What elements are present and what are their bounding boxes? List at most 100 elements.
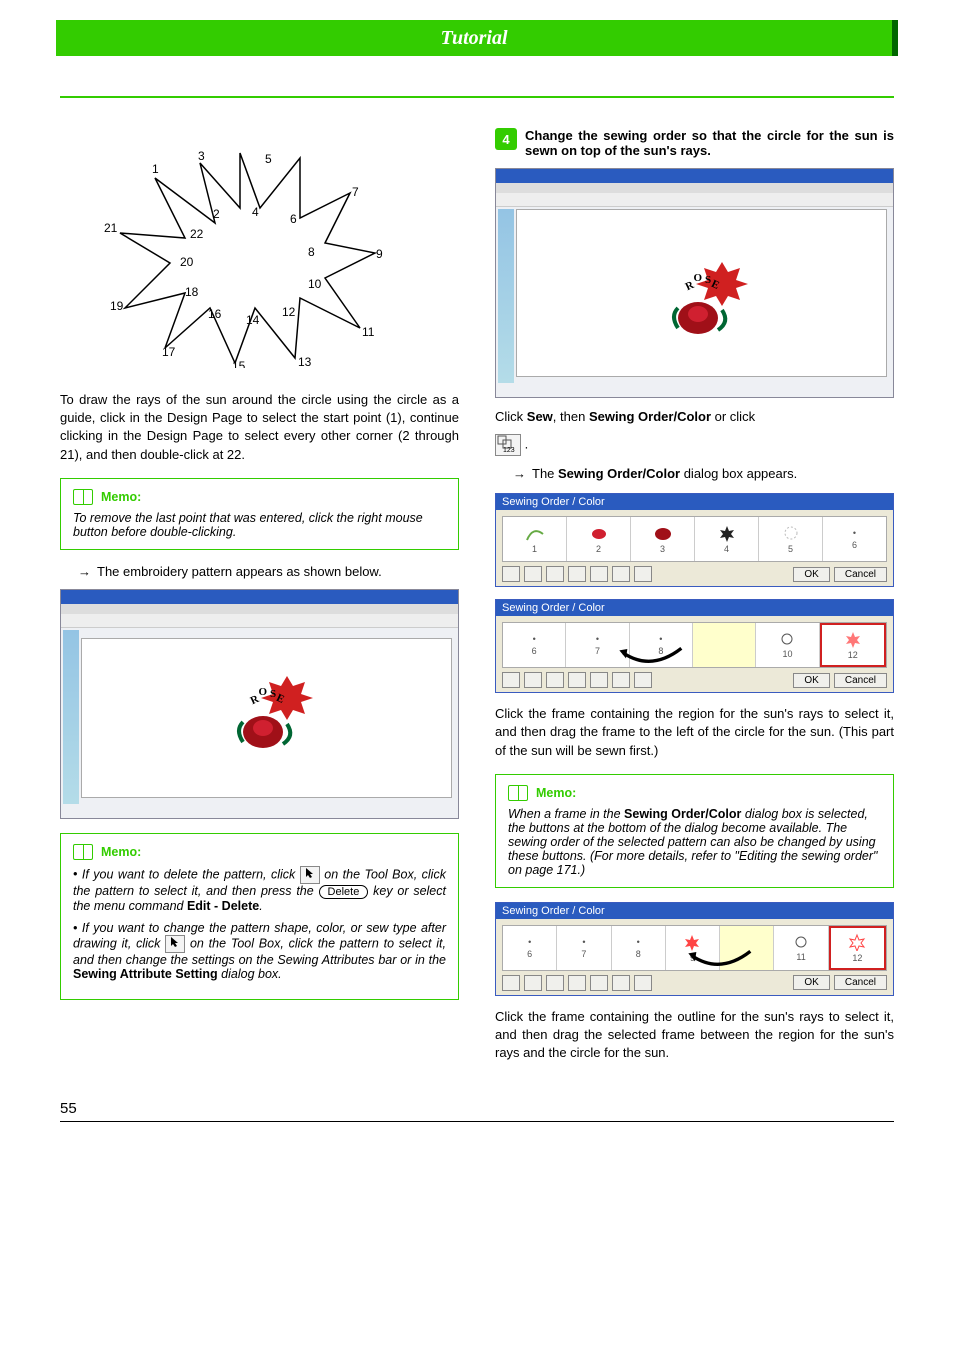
dialog-tool-button[interactable] (634, 672, 652, 688)
dialog-tool-button[interactable] (524, 672, 542, 688)
design-canvas: ROSE (516, 209, 887, 377)
ok-button[interactable]: OK (793, 673, 829, 688)
right-column: 4 Change the sewing order so that the ci… (495, 128, 894, 1070)
dialog-tool-button[interactable] (502, 566, 520, 582)
t: When a frame in the (508, 807, 624, 821)
svg-text:16: 16 (208, 307, 222, 321)
svg-text:5: 5 (265, 152, 272, 166)
window-titlebar (61, 590, 458, 604)
dialog-tool-button[interactable] (524, 566, 542, 582)
dialog-body: •6 •7 •8 9 11 12 (496, 919, 893, 995)
book-icon (73, 844, 93, 860)
svg-text:1: 1 (152, 162, 159, 176)
frame-cell[interactable]: 10 (756, 623, 819, 667)
frame-row: •6 •7 •8 10 12 (502, 622, 887, 668)
svg-text:17: 17 (162, 345, 176, 359)
dialog-tool-button[interactable] (546, 975, 564, 991)
svg-text:2: 2 (213, 207, 220, 221)
window-toolbar (496, 193, 893, 207)
dialog-tool-button[interactable] (612, 566, 630, 582)
memo-label: Memo: (101, 490, 141, 504)
dialog-tool-button[interactable] (568, 975, 586, 991)
page-title: Tutorial (440, 27, 507, 49)
memo-bullet-list: If you want to delete the pattern, click… (73, 866, 446, 981)
t: . (525, 437, 529, 452)
dialog-tool-button[interactable] (634, 975, 652, 991)
frame-cell-selected[interactable]: 12 (829, 926, 886, 970)
dialog-tool-button[interactable] (524, 975, 542, 991)
dialog-tool-button[interactable] (502, 672, 520, 688)
frame-cell[interactable]: 2 (567, 517, 631, 561)
dialog-tool-button[interactable] (502, 975, 520, 991)
header-band: Tutorial (56, 20, 898, 56)
n: 10 (782, 649, 792, 659)
book-icon (508, 785, 528, 801)
step-number-badge: 4 (495, 128, 517, 150)
book-icon (73, 489, 93, 505)
svg-text:22: 22 (190, 227, 204, 241)
t: . (259, 899, 262, 913)
arrow-right-icon: → (513, 466, 526, 481)
dialog-tool-button[interactable] (568, 566, 586, 582)
frame-cell[interactable]: •6 (823, 517, 886, 561)
svg-text:19: 19 (110, 299, 124, 313)
frame-cell[interactable]: •8 (612, 926, 666, 970)
frame-cell-selected[interactable]: 12 (820, 623, 886, 667)
memo-header: Memo: (73, 489, 446, 505)
cancel-button[interactable]: Cancel (834, 975, 887, 990)
frame-cell[interactable]: •6 (503, 926, 557, 970)
frame-cell[interactable]: 5 (759, 517, 823, 561)
svg-text:7: 7 (352, 185, 359, 199)
sewing-order-dialog-3: Sewing Order / Color •6 •7 •8 9 11 12 (495, 902, 894, 996)
frame-row: •6 •7 •8 9 11 12 (502, 925, 887, 971)
memo-header: Memo: (508, 785, 881, 801)
dialog-tool-button[interactable] (634, 566, 652, 582)
memo-label: Memo: (101, 845, 141, 859)
svg-text:3: 3 (198, 149, 205, 163)
click-sew-line: Click Sew, then Sewing Order/Color or cl… (495, 408, 894, 426)
frame-cell[interactable]: 4 (695, 517, 759, 561)
cancel-button[interactable]: Cancel (834, 567, 887, 582)
frame-cell[interactable]: 3 (631, 517, 695, 561)
dialog-tool-button[interactable] (568, 672, 586, 688)
svg-text:13: 13 (298, 355, 312, 368)
rule-foot (60, 1121, 894, 1122)
dialog-tool-button[interactable] (612, 672, 630, 688)
left-column: 1 3 5 7 9 11 13 15 17 19 21 2 4 6 8 10 1… (60, 128, 459, 1070)
dialog-tool-button[interactable] (546, 672, 564, 688)
ok-button[interactable]: OK (793, 567, 829, 582)
frame-cell-insert-marker[interactable] (693, 623, 756, 667)
dialog-tool-button[interactable] (590, 566, 608, 582)
memo-bullet-2: If you want to change the pattern shape,… (73, 921, 446, 981)
frame-cell[interactable]: •7 (557, 926, 611, 970)
n: 6 (852, 540, 857, 550)
drag-arrow-icon (618, 645, 685, 665)
dialog-tool-button[interactable] (590, 975, 608, 991)
sewing-order-dialog-1: Sewing Order / Color 1 2 3 4 5 •6 (495, 493, 894, 587)
window-menubar (496, 183, 893, 193)
svg-text:6: 6 (290, 212, 297, 226)
sewing-attr-bold: Sewing Attribute Setting (73, 967, 218, 981)
svg-text:10: 10 (308, 277, 322, 291)
ok-button[interactable]: OK (793, 975, 829, 990)
star-points-diagram: 1 3 5 7 9 11 13 15 17 19 21 2 4 6 8 10 1… (90, 138, 459, 371)
memo-label: Memo: (536, 786, 576, 800)
sewing-order-dialog-2: Sewing Order / Color •6 •7 •8 10 12 (495, 599, 894, 693)
n: 11 (796, 952, 805, 962)
frame-cell[interactable]: •6 (503, 623, 566, 667)
dialog-button-row: OK Cancel (502, 566, 887, 582)
frame-cell[interactable]: 1 (503, 517, 567, 561)
cancel-button[interactable]: Cancel (834, 673, 887, 688)
n: 8 (636, 949, 641, 959)
svg-text:9: 9 (376, 247, 383, 261)
memo-box-3: Memo: When a frame in the Sewing Order/C… (495, 774, 894, 888)
dialog-tool-button[interactable] (590, 672, 608, 688)
frame-cell[interactable]: 11 (774, 926, 828, 970)
step-4-row: 4 Change the sewing order so that the ci… (495, 128, 894, 158)
rose-artwork: ROSE (652, 256, 752, 351)
dialog-tool-button[interactable] (612, 975, 630, 991)
rule-top (60, 96, 894, 98)
toolbox-sidebar (63, 630, 79, 804)
dialog-tool-button[interactable] (546, 566, 564, 582)
dialog-button-row: OK Cancel (502, 975, 887, 991)
